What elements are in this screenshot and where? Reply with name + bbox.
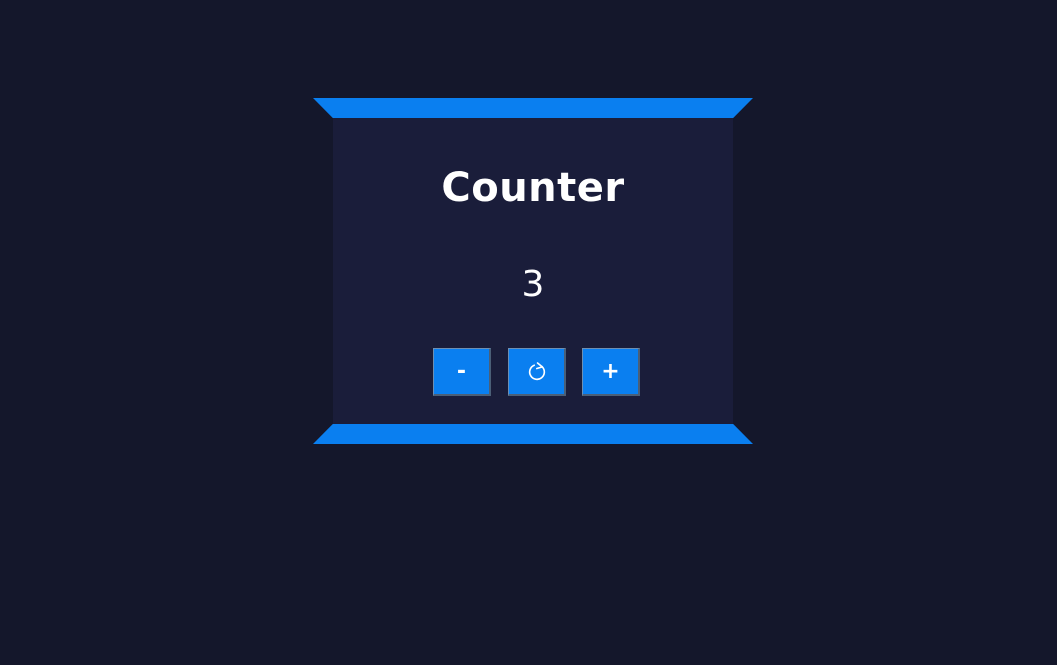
decrement-button[interactable]: - bbox=[433, 348, 491, 396]
counter-card: Counter 3 - + bbox=[313, 98, 753, 444]
card-bottom-bar bbox=[313, 424, 753, 444]
app-stage: Counter 3 - + bbox=[0, 0, 1057, 665]
decrement-label: - bbox=[456, 358, 467, 384]
counter-panel: Counter 3 - + bbox=[333, 118, 733, 424]
increment-button[interactable]: + bbox=[582, 348, 640, 396]
refresh-icon bbox=[526, 361, 548, 383]
increment-label: + bbox=[601, 358, 620, 384]
card-top-bar bbox=[313, 98, 753, 118]
reset-button[interactable] bbox=[508, 348, 566, 396]
counter-title: Counter bbox=[441, 165, 625, 211]
counter-value: 3 bbox=[521, 264, 545, 305]
